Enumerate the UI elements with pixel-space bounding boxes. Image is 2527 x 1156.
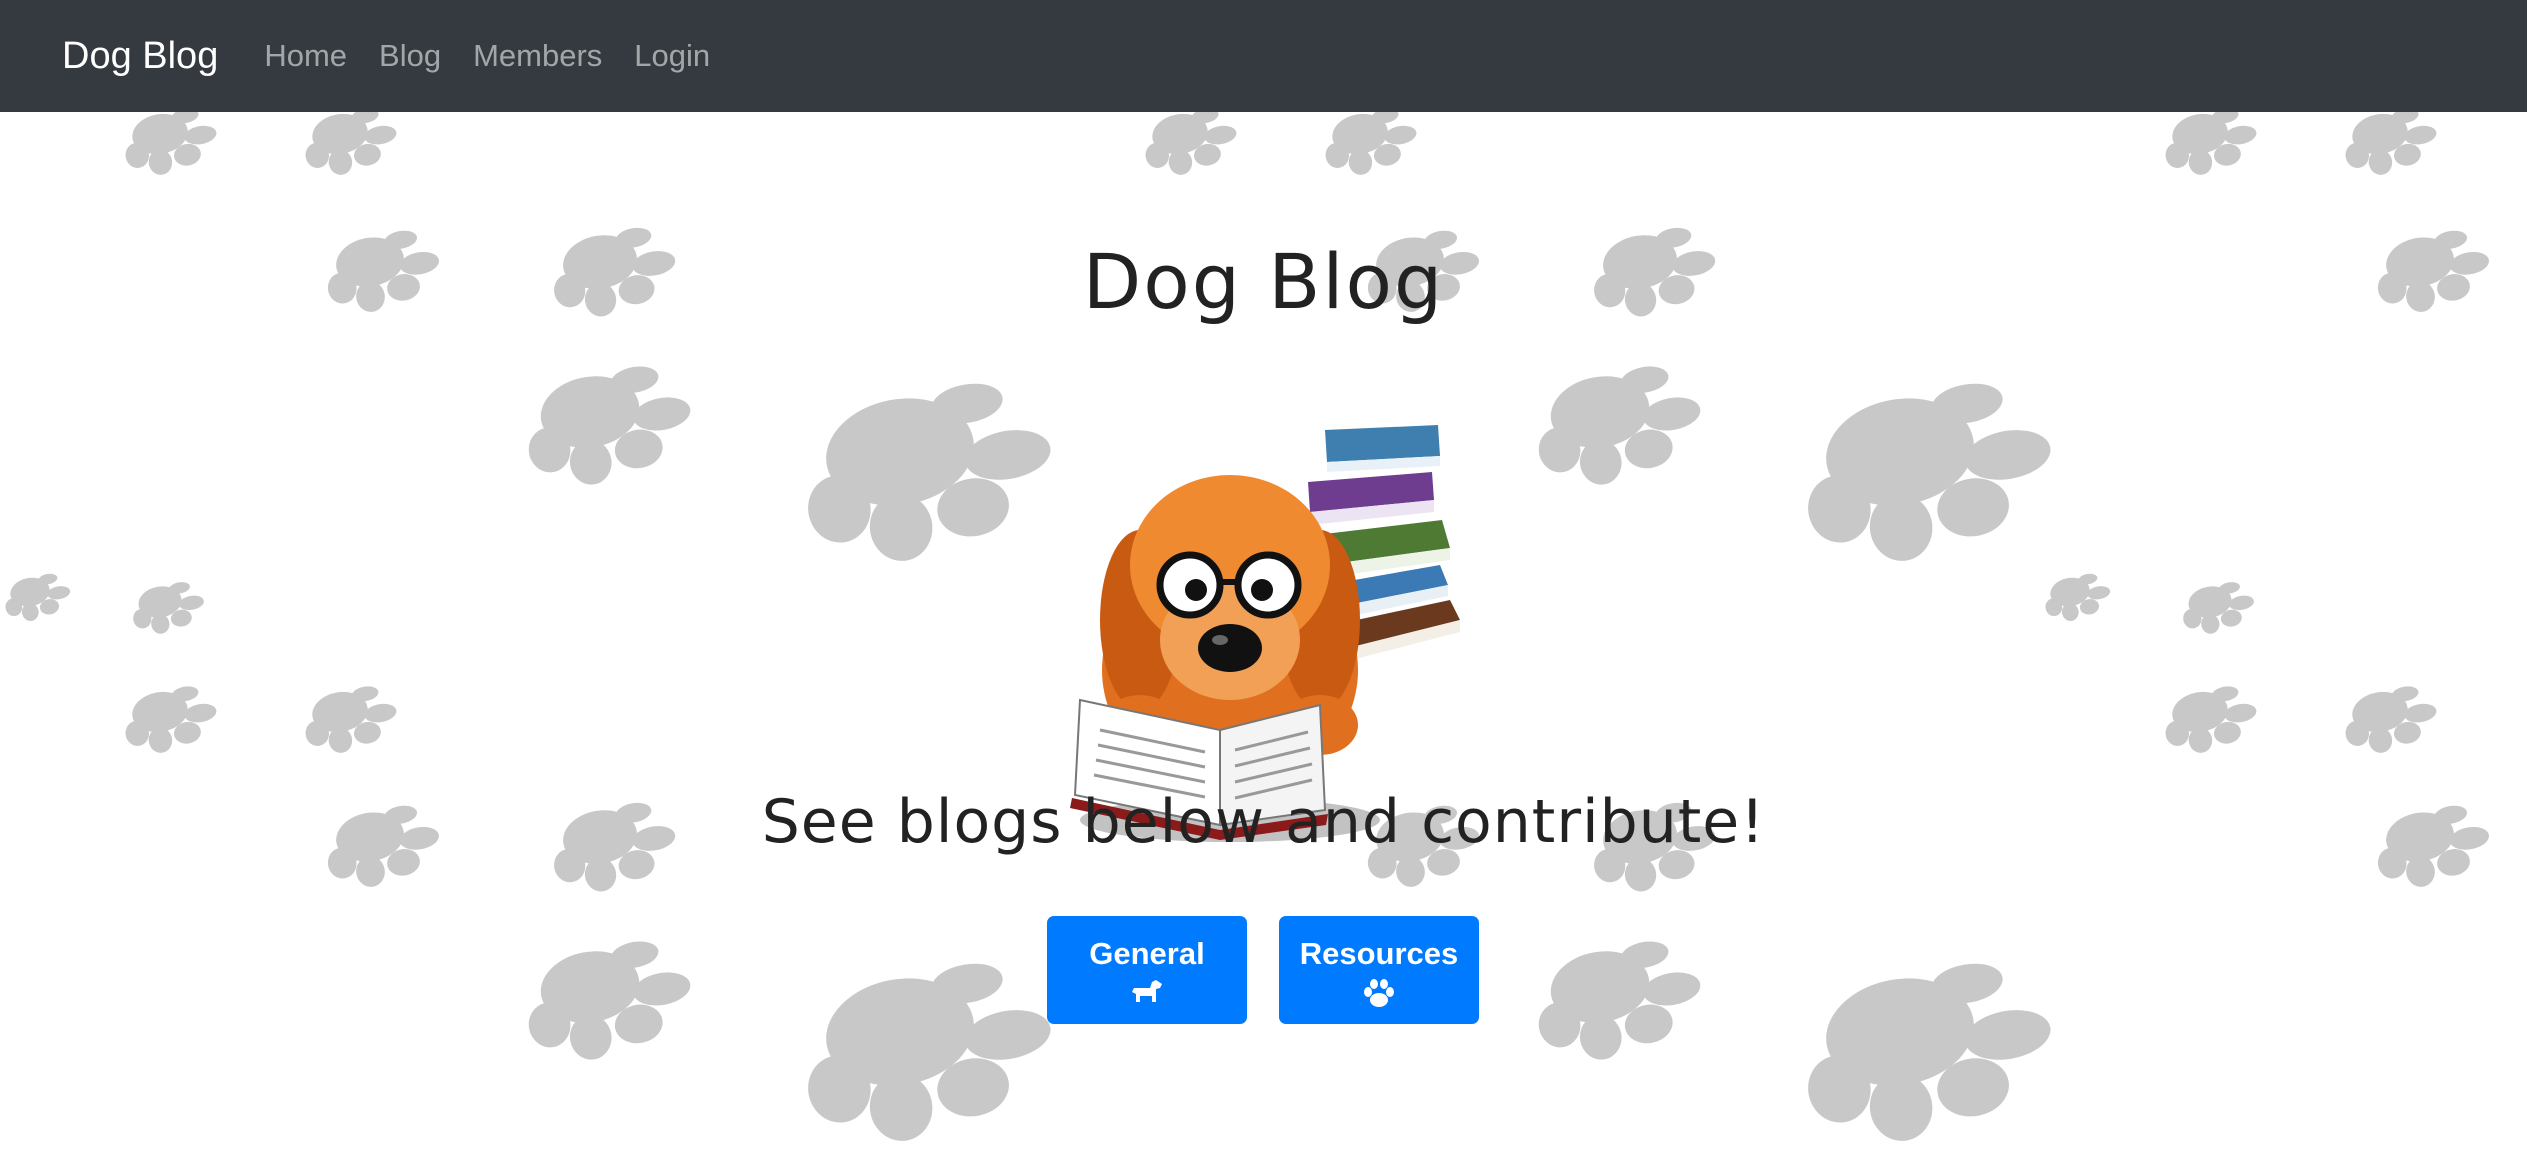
navbar: Dog Blog Home Blog Members Login [0, 0, 2527, 112]
resources-button-label: Resources [1299, 936, 1459, 971]
nav-link-members[interactable]: Members [457, 38, 618, 74]
nav-link-login[interactable]: Login [618, 38, 726, 74]
navbar-brand[interactable]: Dog Blog [62, 35, 218, 78]
nav-link-blog[interactable]: Blog [363, 38, 457, 74]
nav-link-home[interactable]: Home [248, 38, 363, 74]
dog-icon [1132, 980, 1162, 1002]
page-subtitle: See blogs below and contribute! [761, 787, 1766, 857]
hero: Dog Blog See blogs below and contribute!… [0, 112, 2527, 1156]
general-button-label: General [1089, 936, 1205, 971]
paw-icon [1364, 979, 1394, 1007]
general-button[interactable]: General [1047, 916, 1247, 1024]
nav-links: Home Blog Members Login [248, 38, 726, 74]
resources-button[interactable]: Resources [1279, 916, 1479, 1024]
page-title: Dog Blog [1082, 237, 1445, 326]
